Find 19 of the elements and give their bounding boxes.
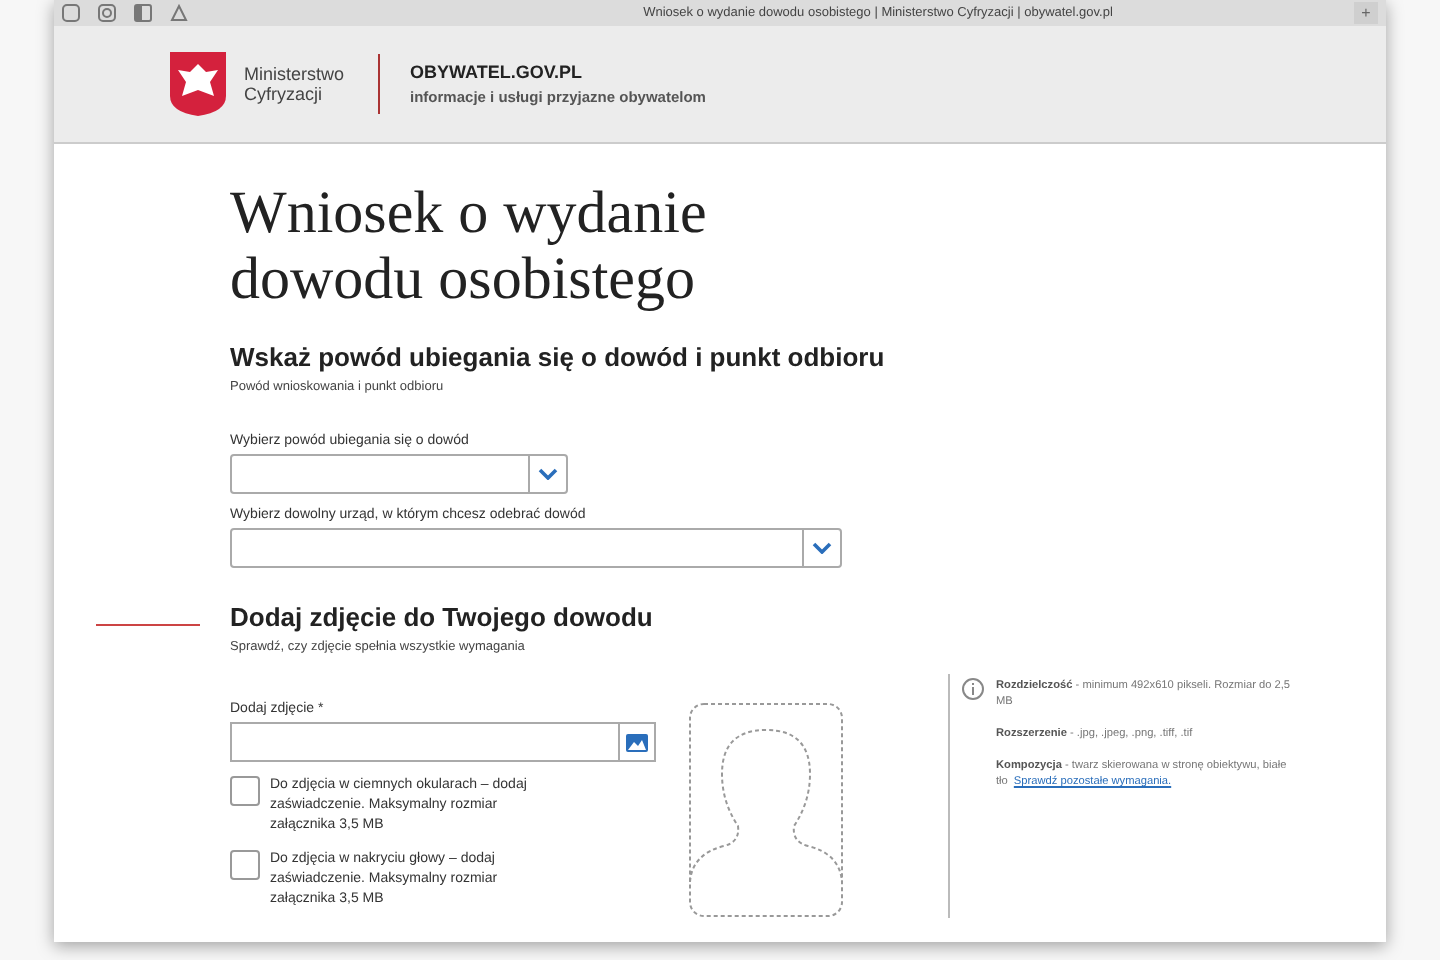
photo-upload-field[interactable] <box>230 722 656 762</box>
section-heading: Dodaj zdjęcie do Twojego dowodu <box>230 602 655 632</box>
info-icon <box>962 678 984 700</box>
image-icon <box>626 733 648 751</box>
section-heading: Wskaż powód ubiegania się o dowód i punkt odbioru <box>230 342 887 372</box>
ministry-name: Ministerstwo Cyfryzacji <box>244 64 345 104</box>
chevron-down-icon <box>812 542 832 554</box>
new-tab-button[interactable]: + <box>1354 2 1378 24</box>
checkbox[interactable] <box>230 850 260 880</box>
site-name[interactable]: OBYWATEL.GOV.PL <box>410 62 706 82</box>
triangle-icon[interactable] <box>170 4 188 22</box>
checkbox[interactable] <box>230 776 260 806</box>
square-icon[interactable] <box>62 4 80 22</box>
page-title: Wniosek o wydanie dowodu osobistego <box>230 180 709 312</box>
sidebar-icon[interactable] <box>134 4 152 22</box>
dropdown-field[interactable] <box>230 454 568 494</box>
circle-icon[interactable] <box>98 4 116 22</box>
dropdown-field[interactable] <box>230 528 842 568</box>
chevron-down-icon <box>538 468 558 480</box>
